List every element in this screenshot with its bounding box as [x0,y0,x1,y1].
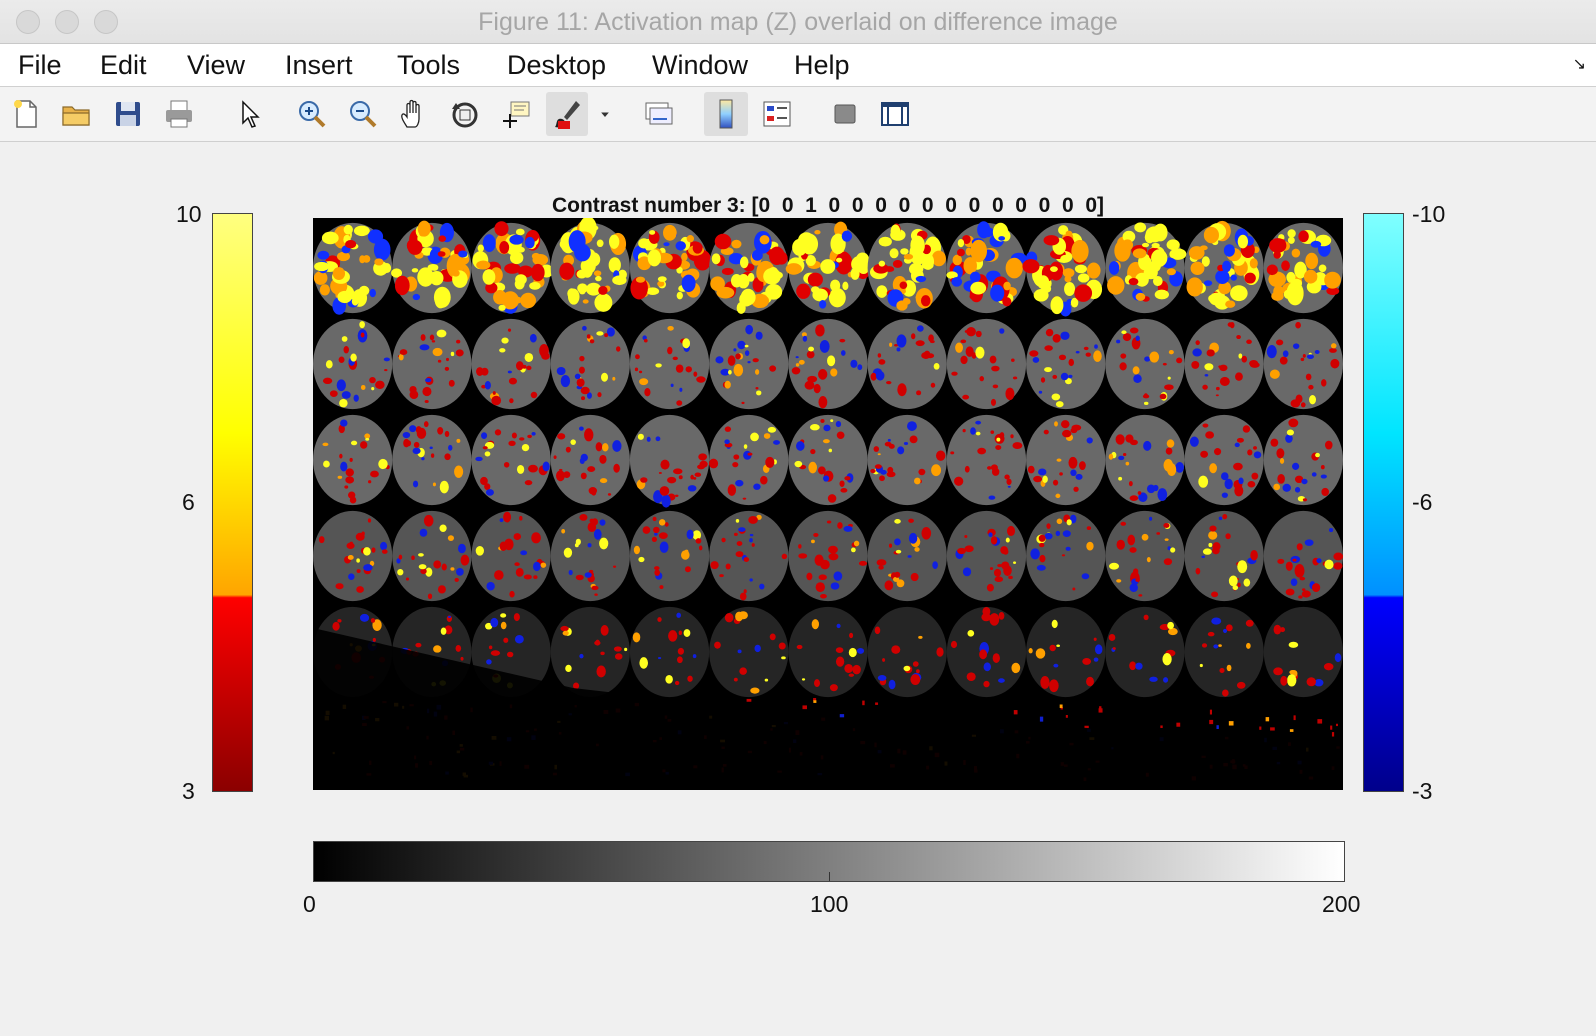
brain-slice [629,414,710,506]
menu-desktop[interactable]: Desktop [507,50,606,81]
positive-colorbar[interactable] [212,213,253,792]
brain-slice [1263,510,1343,602]
menu-insert[interactable]: Insert [285,50,353,81]
brush-icon[interactable] [546,92,588,136]
brain-slice [1105,414,1185,506]
brain-slice [629,510,710,602]
brain-slice [709,510,789,602]
menu-edit[interactable]: Edit [100,50,147,81]
insert-legend-icon[interactable] [755,92,799,136]
grayscale-colorbar-tick-mid: 100 [810,891,849,917]
brain-slice [471,414,551,506]
activation-montage-image [313,218,1343,790]
brain-slice [1184,414,1264,506]
menu-file[interactable]: File [18,50,62,81]
open-file-icon[interactable] [54,92,98,136]
window-title: Figure 11: Activation map (Z) overlaid o… [478,8,1118,36]
menu-help[interactable]: Help [794,50,850,81]
brain-slice [550,606,630,698]
negative-colorbar-tick-mid: -6 [1412,489,1433,515]
data-cursor-icon[interactable] [494,92,538,136]
save-icon[interactable] [106,92,150,136]
brain-slice [1263,606,1343,698]
new-figure-icon[interactable] [4,92,48,136]
dock-figure-icon[interactable]: ↘ [1573,54,1586,74]
activation-montage-axes[interactable] [313,218,1343,790]
zoom-out-icon[interactable] [341,92,385,136]
brush-dropdown-icon[interactable] [592,92,618,136]
positive-colorbar-tick-max: 10 [176,201,202,227]
negative-colorbar[interactable] [1363,213,1404,792]
brain-slice [709,414,789,506]
grayscale-colorbar-tick-min: 0 [303,891,316,917]
title-bar: Figure 11: Activation map (Z) overlaid o… [0,0,1596,44]
pointer-icon[interactable] [226,92,270,136]
pan-icon[interactable] [392,92,436,136]
link-plot-icon[interactable] [636,92,680,136]
rotate-3d-icon[interactable] [443,92,487,136]
figure-window: Figure 11: Activation map (Z) overlaid o… [0,0,1596,1036]
menu-window[interactable]: Window [652,50,748,81]
negative-colorbar-tick-max: -10 [1412,201,1446,227]
figure-toolbar [0,87,1596,142]
hide-plot-tools-icon[interactable] [823,92,867,136]
brain-slice [867,414,947,506]
menu-view[interactable]: View [187,50,245,81]
grayscale-colorbar-tick-max: 200 [1322,891,1361,917]
brain-slice [629,318,710,410]
menu-bar: File Edit View Insert Tools Desktop Wind… [0,44,1596,87]
brain-slice [946,414,1027,506]
brain-slice [867,510,947,602]
positive-colorbar-tick-min: 3 [182,778,195,804]
brain-slice [392,318,472,410]
grayscale-colorbar-mid-tickmark [829,872,830,881]
show-plot-tools-icon[interactable] [873,92,917,136]
brain-slice [392,414,472,506]
brain-slice [867,606,947,698]
zoom-in-icon[interactable] [290,92,334,136]
brain-slice [1105,510,1185,602]
brain-slice [471,510,551,602]
axes-title: Contrast number 3: [0 0 1 0 0 0 0 0 0 0 … [551,194,1105,217]
brain-slice [1263,414,1343,506]
insert-colorbar-icon[interactable] [704,92,748,136]
brain-slice [471,318,551,410]
print-icon[interactable] [157,92,201,136]
brain-slice [709,606,789,698]
positive-colorbar-tick-mid: 6 [182,489,195,515]
negative-colorbar-tick-min: -3 [1412,778,1433,804]
brain-slice [1026,414,1106,506]
menu-tools[interactable]: Tools [397,50,460,81]
